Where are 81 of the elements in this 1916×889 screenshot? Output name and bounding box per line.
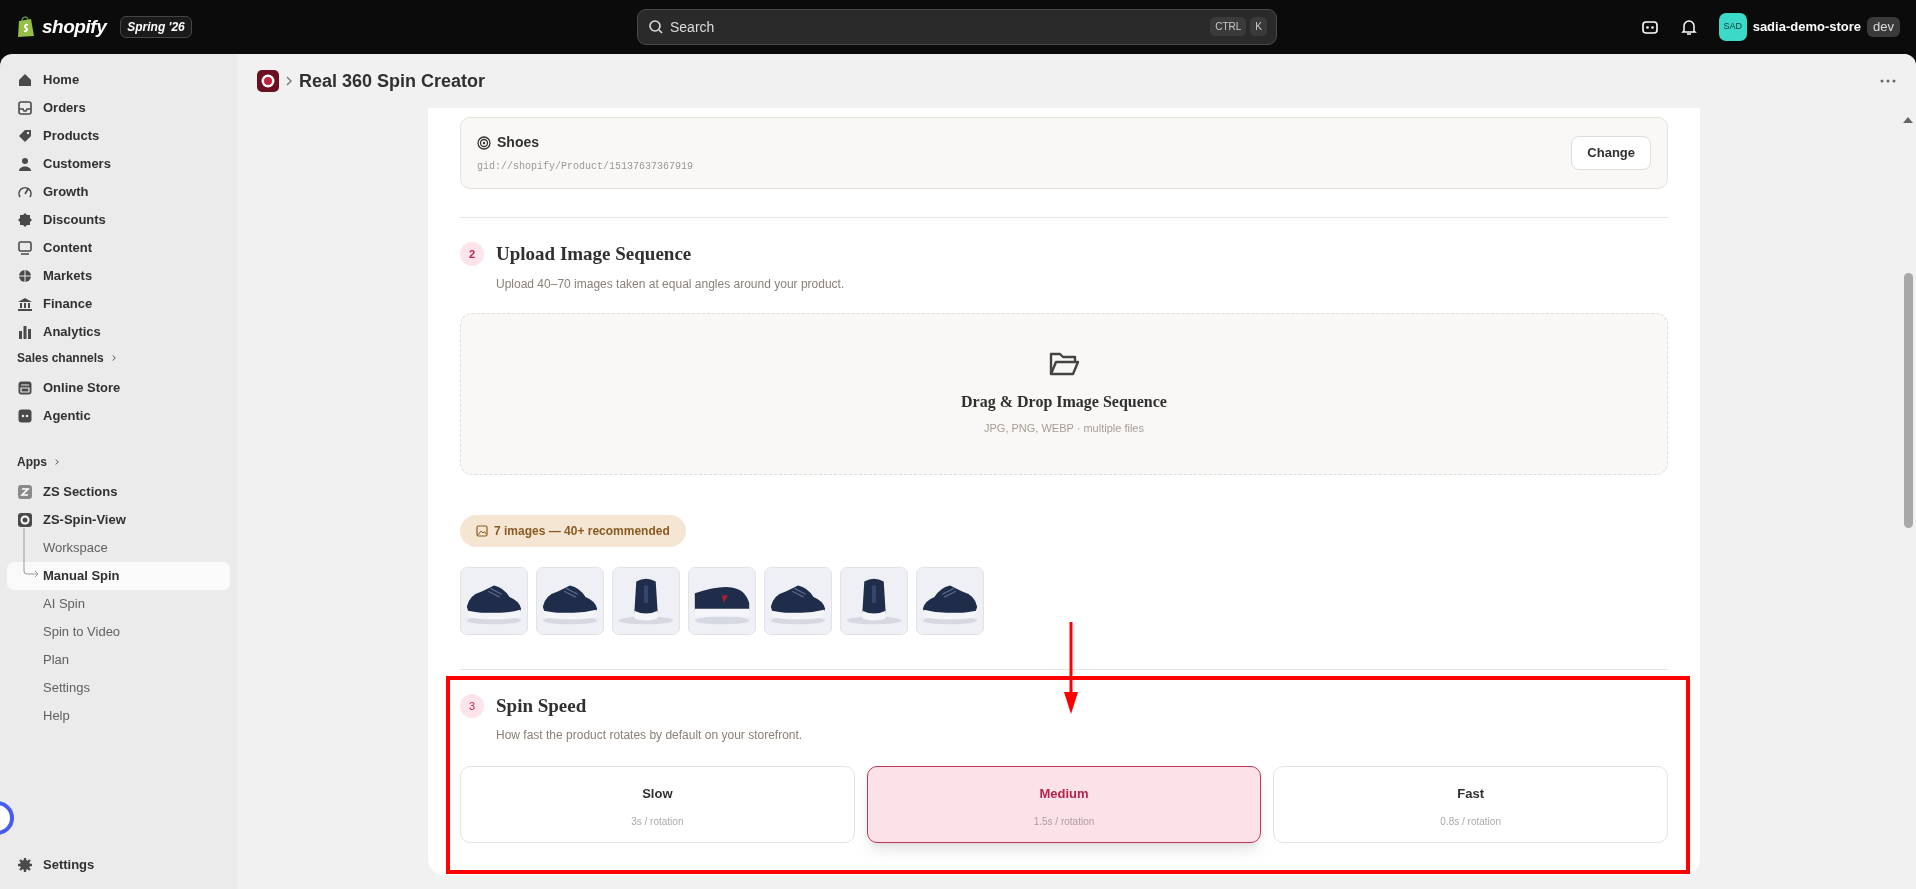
target-icon [477,135,491,150]
search-icon [648,19,664,35]
nav-subitem[interactable]: Manual Spin [7,562,230,590]
section-header[interactable]: Apps [7,450,230,474]
app-icon [17,484,33,500]
globe-icon [17,268,33,284]
nav-subitem[interactable]: Workspace [7,534,230,562]
scroll-up-icon[interactable] [1903,116,1913,123]
more-icon[interactable] [1880,79,1896,83]
step-title: Upload Image Sequence [496,242,692,266]
dropzone-title: Drag & Drop Image Sequence [961,392,1167,413]
home-icon [17,72,33,88]
store-avatar[interactable]: SAD [1718,13,1747,41]
nav-subitem[interactable]: Plan [7,646,230,674]
nav-item[interactable]: Settings [7,851,230,879]
shortcut-key: CTRL [1210,17,1247,36]
tag-icon [17,128,33,144]
nav-item[interactable]: Products [7,122,230,150]
gauge-icon [17,184,33,200]
page-title: Real 360 Spin Creator [299,69,486,93]
change-button[interactable]: Change [1571,136,1651,170]
person-icon [17,156,33,172]
speed-option[interactable]: Fast 0.8s / rotation [1273,766,1668,843]
nav-item[interactable]: Online Store [7,374,230,402]
app-icon [17,512,33,528]
option-label: Fast [1457,785,1484,804]
speed-option[interactable]: Slow 3s / rotation [460,766,855,843]
nav-subitem[interactable]: Help [7,702,230,730]
nav-item[interactable]: Discounts [7,206,230,234]
product-name: Shoes [497,133,539,152]
option-detail: 3s / rotation [631,814,684,829]
nav-item[interactable]: ZS-Spin-View [7,506,230,534]
option-detail: 1.5s / rotation [1033,814,1095,829]
app-logo-icon [257,70,279,92]
nav-item[interactable]: Markets [7,262,230,290]
step-description: How fast the product rotates by default on your storefront. [496,727,804,744]
section-header[interactable]: Sales channels [7,346,230,370]
option-label: Medium [1039,785,1089,804]
option-label: Slow [642,785,673,804]
bank-icon [17,296,33,312]
product-id: gid://shopify/Product/15137637367919 [477,160,694,174]
dropzone[interactable]: Drag & Drop Image Sequence JPG, PNG, WEBP · multiple files [460,312,1668,475]
nav-item[interactable]: Agentic [7,402,230,430]
step-description: Upload 40–70 images taken at equal angles around your product. [496,275,846,293]
step-number: 3 [460,693,484,718]
store-name[interactable]: sadia-demo-store [1752,17,1862,37]
edition-badge: Spring '26 [120,16,192,38]
nav-item[interactable]: Finance [7,290,230,318]
robot-icon [17,408,33,424]
badge-text: 7 images — 40+ recommended [494,522,670,540]
nav-item[interactable]: Growth [7,178,230,206]
nav-subitem[interactable]: Settings [7,674,230,702]
badge-icon [17,212,33,228]
speed-option[interactable]: Medium 1.5s / rotation [866,766,1262,843]
shortcut-key: K [1250,17,1267,36]
store-icon [17,380,33,396]
step-title: Spin Speed [496,693,587,718]
logo-text: shopify [42,14,107,39]
nav-item[interactable]: Content [7,234,230,262]
tree-connector-icon [23,528,40,580]
bar-chart-icon [17,324,33,340]
step-number: 2 [460,242,484,267]
shopping-bag-icon [16,16,36,38]
nav-subitem[interactable]: AI Spin [7,590,230,618]
tray-icon [17,100,33,116]
nav-item[interactable]: Customers [7,150,230,178]
monitor-icon [17,240,33,256]
gear-icon [17,857,33,873]
nav-item[interactable]: Orders [7,94,230,122]
chevron-right-icon [285,76,293,86]
store-badge: dev [1867,17,1900,37]
bell-icon[interactable] [1680,18,1697,36]
scrollbar-thumb[interactable] [1903,273,1913,528]
robot-icon[interactable] [1640,18,1659,36]
option-detail: 0.8s / rotation [1440,814,1501,829]
nav-item[interactable]: ZS Sections [7,478,230,506]
nav-item[interactable]: Analytics [7,318,230,346]
image-icon [476,524,488,537]
nav-subitem[interactable]: Spin to Video [7,618,230,646]
nav-item[interactable]: Home [7,66,230,94]
dropzone-hint: JPG, PNG, WEBP · multiple files [984,421,1144,437]
